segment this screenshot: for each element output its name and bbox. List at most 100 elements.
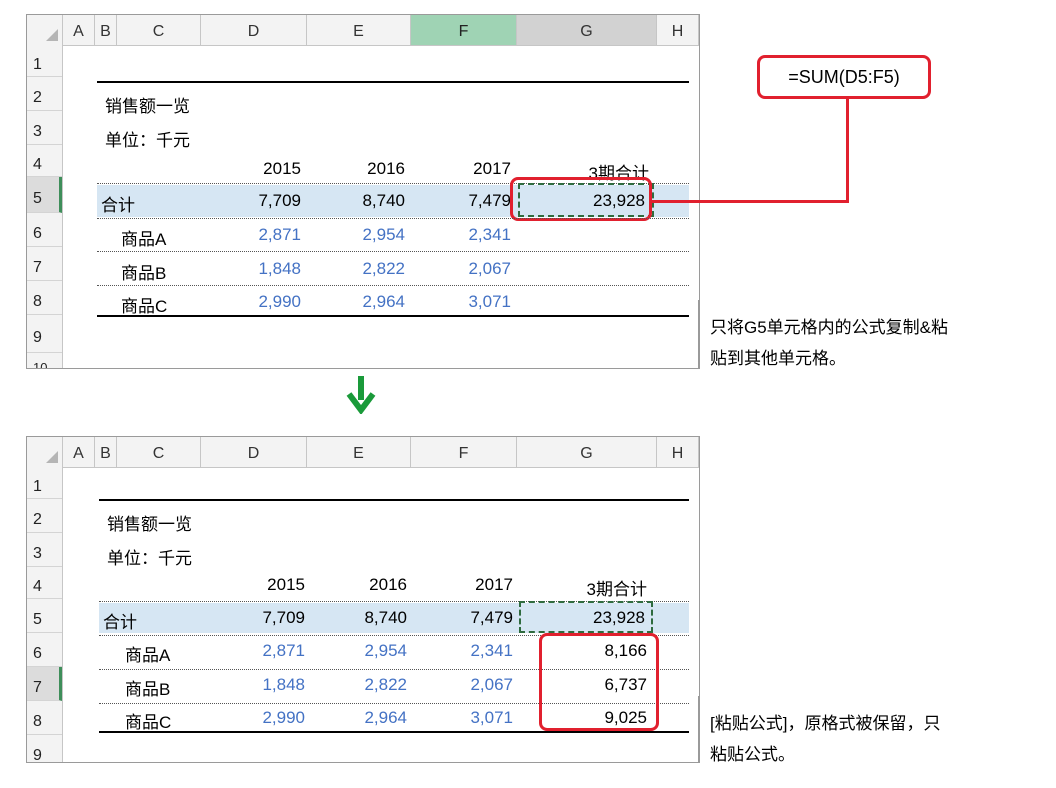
cell-f6[interactable]: 2,341 — [419, 225, 511, 245]
column-header-b[interactable]: B — [95, 437, 117, 467]
cell-f7[interactable]: 2,067 — [419, 259, 511, 279]
row-header-bar: 1 2 3 4 5 6 7 8 9 10 — [27, 45, 63, 368]
cell-e8[interactable]: 2,964 — [315, 708, 407, 728]
column-header-d[interactable]: D — [201, 437, 307, 467]
row-divider — [97, 285, 689, 286]
cell-f8[interactable]: 3,071 — [419, 708, 513, 728]
cell-e5[interactable]: 8,740 — [315, 191, 405, 211]
column-header-f[interactable]: F — [411, 437, 517, 467]
cell-d6[interactable]: 2,871 — [209, 641, 305, 661]
cell-d6[interactable]: 2,871 — [209, 225, 301, 245]
product-a-label[interactable]: 商品A — [121, 225, 166, 250]
row-header-2[interactable]: 2 — [27, 499, 62, 533]
row-header-7[interactable]: 7 — [27, 247, 62, 281]
row-divider — [97, 218, 689, 219]
arrow-down-icon — [346, 376, 376, 414]
product-b-label[interactable]: 商品B — [121, 259, 166, 284]
column-header-c[interactable]: C — [117, 15, 201, 45]
row-divider — [97, 251, 689, 252]
cell-f7[interactable]: 2,067 — [419, 675, 513, 695]
unit-label: 单位：千元 — [107, 549, 192, 568]
cell-f6[interactable]: 2,341 — [419, 641, 513, 661]
note-bottom: [粘贴公式]，原格式被保留，只 粘贴公式。 — [710, 708, 940, 770]
cell-e6[interactable]: 2,954 — [315, 641, 407, 661]
row-header-9[interactable]: 9 — [27, 315, 62, 353]
copy-marquee — [519, 601, 653, 633]
table-top-border — [97, 81, 689, 83]
cell-d7[interactable]: 1,848 — [209, 259, 301, 279]
row-header-8[interactable]: 8 — [27, 701, 62, 735]
column-header-f[interactable]: F — [411, 15, 517, 45]
column-header-e[interactable]: E — [307, 437, 411, 467]
connector-line — [846, 99, 849, 203]
cell-d5[interactable]: 7,709 — [209, 191, 301, 211]
header-2016: 2016 — [369, 575, 407, 594]
product-c-label[interactable]: 商品C — [125, 708, 171, 733]
spreadsheet-before: A B C D E F G H 1 2 3 4 5 6 7 8 9 10 销售额… — [26, 14, 700, 369]
row-header-9[interactable]: 9 — [27, 735, 62, 762]
total-label[interactable]: 合计 — [101, 191, 135, 216]
note-bracket — [698, 696, 699, 762]
table-bottom-border — [99, 731, 689, 733]
column-header-bar: A B C D E F G H — [27, 437, 699, 468]
row-header-bar: 1 2 3 4 5 6 7 8 9 — [27, 467, 63, 762]
column-header-h[interactable]: H — [657, 437, 699, 467]
cell-e6[interactable]: 2,954 — [315, 225, 405, 245]
cell-d8[interactable]: 2,990 — [209, 708, 305, 728]
cell-e7[interactable]: 2,822 — [315, 259, 405, 279]
row-header-10[interactable]: 10 — [27, 353, 62, 368]
cell-d8[interactable]: 2,990 — [209, 292, 301, 312]
row-header-2[interactable]: 2 — [27, 77, 62, 111]
table-bottom-border — [97, 315, 689, 317]
row-header-3[interactable]: 3 — [27, 533, 62, 567]
row-header-7[interactable]: 7 — [27, 667, 62, 701]
row-header-4[interactable]: 4 — [27, 567, 62, 599]
row-header-1[interactable]: 1 — [27, 45, 62, 77]
cell-e5[interactable]: 8,740 — [315, 608, 407, 628]
highlight-box-pasted — [539, 633, 659, 731]
column-header-e[interactable]: E — [307, 15, 411, 45]
row-header-5[interactable]: 5 — [27, 177, 62, 213]
header-2017: 2017 — [473, 159, 511, 178]
row-header-6[interactable]: 6 — [27, 213, 62, 247]
select-all-corner-icon[interactable] — [27, 15, 63, 45]
column-header-a[interactable]: A — [63, 15, 95, 45]
column-header-d[interactable]: D — [201, 15, 307, 45]
product-b-label[interactable]: 商品B — [125, 675, 170, 700]
cell-f8[interactable]: 3,071 — [419, 292, 511, 312]
row-header-8[interactable]: 8 — [27, 281, 62, 315]
row-header-1[interactable]: 1 — [27, 467, 62, 499]
column-header-g[interactable]: G — [517, 437, 657, 467]
row-header-6[interactable]: 6 — [27, 633, 62, 667]
row-header-5[interactable]: 5 — [27, 599, 62, 633]
highlight-box-g5 — [510, 177, 652, 221]
column-header-b[interactable]: B — [95, 15, 117, 45]
row-header-3[interactable]: 3 — [27, 111, 62, 145]
header-3period-total: 3期合计 — [586, 580, 647, 599]
cell-f5[interactable]: 7,479 — [419, 608, 513, 628]
cell-e7[interactable]: 2,822 — [315, 675, 407, 695]
column-header-c[interactable]: C — [117, 437, 201, 467]
table-title: 销售额一览 — [105, 97, 190, 116]
column-header-h[interactable]: H — [657, 15, 699, 45]
formula-callout: =SUM(D5:F5) — [757, 55, 931, 99]
table-title: 销售额一览 — [107, 515, 192, 534]
note-top-line-2: 贴到其他单元格。 — [710, 349, 846, 368]
column-header-a[interactable]: A — [63, 437, 95, 467]
note-top-line-1: 只将G5单元格内的公式复制&粘 — [710, 318, 949, 337]
cell-d5[interactable]: 7,709 — [209, 608, 305, 628]
total-label[interactable]: 合计 — [103, 608, 137, 633]
cell-e8[interactable]: 2,964 — [315, 292, 405, 312]
select-all-corner-icon[interactable] — [27, 437, 63, 467]
column-header-g[interactable]: G — [517, 15, 657, 45]
row-header-4[interactable]: 4 — [27, 145, 62, 177]
note-bracket — [698, 300, 699, 368]
column-header-bar: A B C D E F G H — [27, 15, 699, 46]
product-c-label[interactable]: 商品C — [121, 292, 167, 317]
cell-f5[interactable]: 7,479 — [419, 191, 511, 211]
connector-line — [651, 200, 849, 203]
product-a-label[interactable]: 商品A — [125, 641, 170, 666]
table-top-border — [99, 499, 689, 501]
cell-d7[interactable]: 1,848 — [209, 675, 305, 695]
unit-label: 单位：千元 — [105, 131, 190, 150]
